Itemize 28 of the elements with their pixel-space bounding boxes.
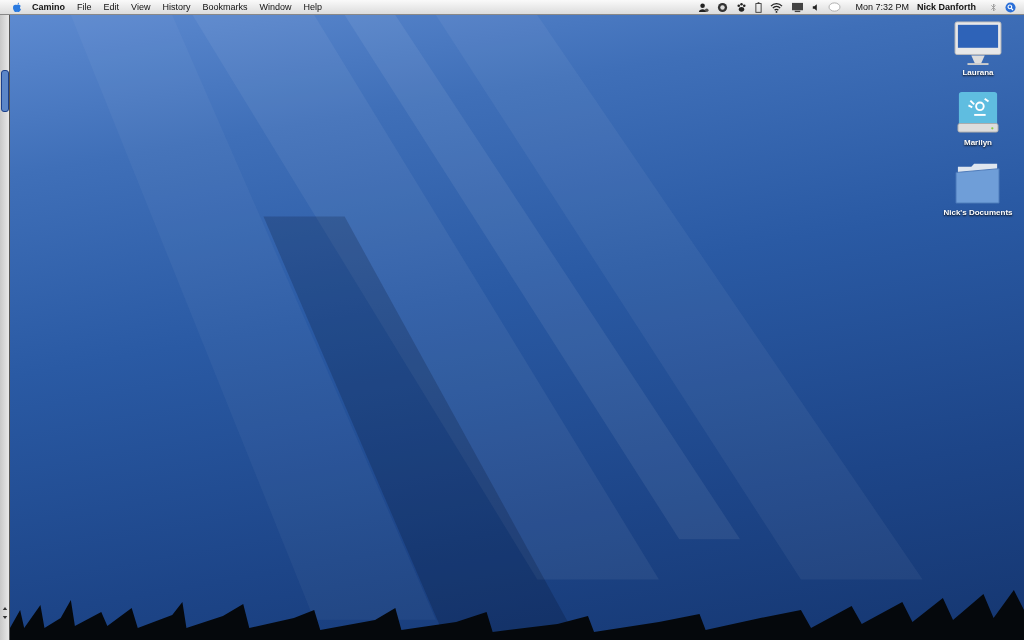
menu-item[interactable]: File	[71, 0, 98, 14]
menu-item[interactable]: Bookmarks	[196, 0, 254, 14]
clock-text[interactable]: Mon 7:32 PM	[855, 2, 909, 12]
search-icon[interactable]	[1005, 1, 1016, 13]
folder-icon[interactable]	[955, 161, 1001, 205]
scroll-thumb[interactable]	[0, 70, 9, 112]
scroll-down-icon[interactable]	[1, 615, 8, 620]
menu-item[interactable]: Window	[253, 0, 298, 14]
circle-icon[interactable]	[717, 1, 729, 13]
battery-icon[interactable]	[755, 1, 763, 13]
drive-icon[interactable]	[957, 91, 999, 135]
paw-icon[interactable]	[736, 1, 748, 13]
person-icon[interactable]	[698, 1, 710, 13]
wifi-icon[interactable]	[770, 1, 784, 13]
user-name[interactable]: Nick Danforth	[917, 2, 976, 12]
menu-item[interactable]: History	[156, 0, 197, 14]
app-menu[interactable]: Camino	[32, 0, 71, 14]
computer-icon[interactable]	[954, 21, 1002, 65]
display-icon[interactable]	[791, 1, 805, 13]
scroll-up-icon[interactable]	[1, 606, 8, 611]
menu-item[interactable]: Edit	[97, 0, 126, 14]
menu-item[interactable]: Help	[297, 0, 328, 14]
menu-item[interactable]: View	[125, 0, 157, 14]
icon-label[interactable]: Nick's Documents	[943, 208, 1013, 217]
apple-menu-icon[interactable]	[12, 1, 22, 13]
icon-label[interactable]: Marilyn	[964, 138, 992, 147]
icon-label[interactable]: Laurana	[962, 68, 994, 77]
window-scrollbar[interactable]	[0, 15, 10, 640]
